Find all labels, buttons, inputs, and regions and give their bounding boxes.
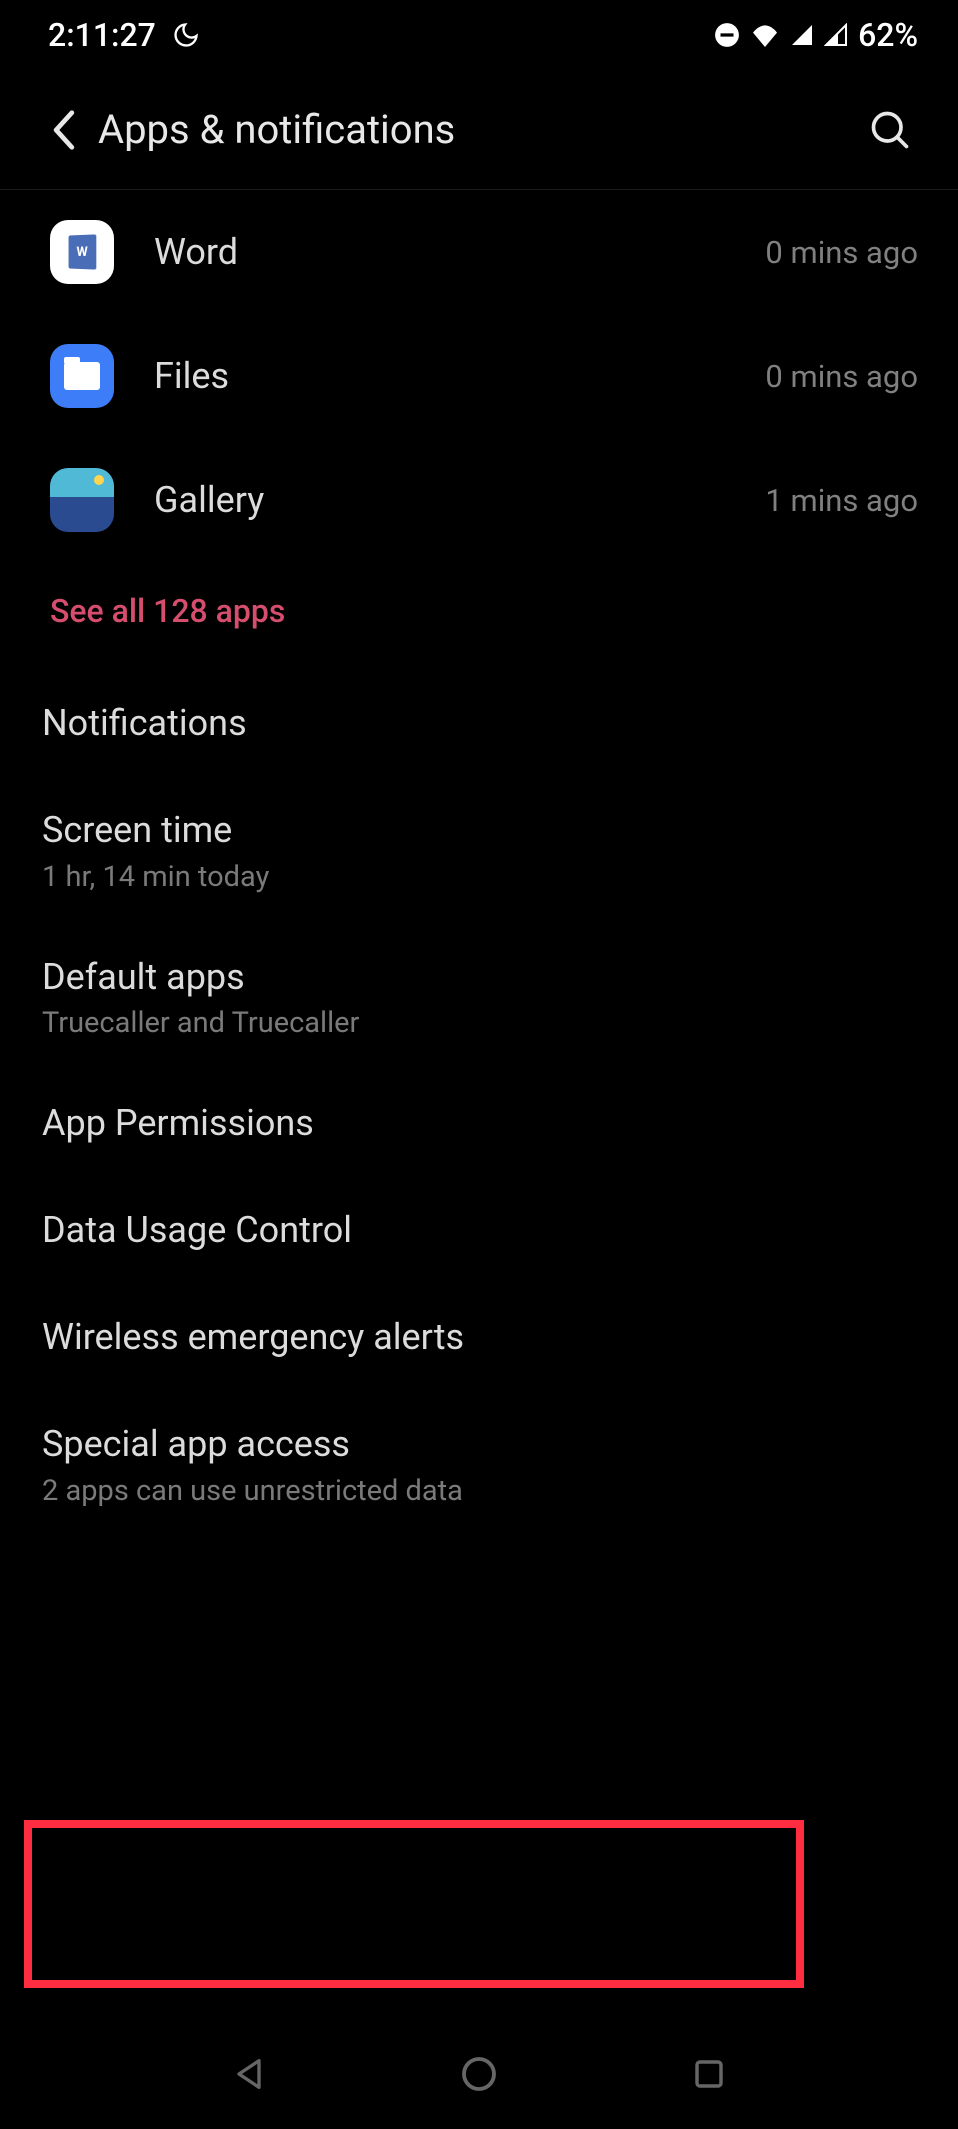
app-row-files[interactable]: Files 0 mins ago (0, 314, 958, 438)
settings-wireless-alerts[interactable]: Wireless emergency alerts (0, 1284, 958, 1391)
files-app-icon (50, 344, 114, 408)
app-name-label: Gallery (154, 479, 765, 521)
app-time-label: 1 mins ago (765, 482, 918, 519)
status-left: 2:11:27 (48, 16, 200, 54)
nav-back-button[interactable] (219, 2044, 279, 2104)
app-row-gallery[interactable]: Gallery 1 mins ago (0, 438, 958, 562)
settings-app-permissions[interactable]: App Permissions (0, 1070, 958, 1177)
search-button[interactable] (862, 102, 918, 158)
nav-home-button[interactable] (449, 2044, 509, 2104)
word-app-icon: W (50, 220, 114, 284)
settings-subtitle: 1 hr, 14 min today (42, 860, 916, 894)
nav-recents-button[interactable] (679, 2044, 739, 2104)
see-all-apps-link[interactable]: See all 128 apps (0, 562, 958, 670)
dnd-circle-icon (714, 22, 740, 48)
signal2-icon (824, 23, 848, 47)
navigation-bar (0, 2019, 958, 2129)
settings-special-access[interactable]: Special app access 2 apps can use unrest… (0, 1391, 958, 1538)
settings-notifications[interactable]: Notifications (0, 670, 958, 777)
settings-title: Data Usage Control (42, 1207, 916, 1254)
settings-title: Default apps (42, 954, 916, 1001)
dnd-moon-icon (172, 21, 200, 49)
battery-text: 62% (858, 16, 918, 54)
status-right: 62% (714, 16, 918, 54)
app-row-word[interactable]: W Word 0 mins ago (0, 190, 958, 314)
app-name-label: Files (154, 355, 765, 397)
settings-title: Special app access (42, 1421, 916, 1468)
gallery-app-icon (50, 468, 114, 532)
status-bar: 2:11:27 (0, 0, 958, 70)
settings-title: Wireless emergency alerts (42, 1314, 916, 1361)
highlight-annotation (24, 1820, 804, 1988)
wifi-icon (750, 23, 780, 47)
settings-screen-time[interactable]: Screen time 1 hr, 14 min today (0, 777, 958, 924)
app-time-label: 0 mins ago (765, 234, 918, 271)
app-name-label: Word (154, 231, 765, 273)
page-title: Apps & notifications (98, 106, 455, 153)
signal1-icon (790, 23, 814, 47)
settings-subtitle: 2 apps can use unrestricted data (42, 1474, 916, 1508)
settings-default-apps[interactable]: Default apps Truecaller and Truecaller (0, 924, 958, 1071)
back-button[interactable] (40, 106, 88, 154)
settings-title: Notifications (42, 700, 916, 747)
clock-text: 2:11:27 (48, 16, 156, 54)
app-time-label: 0 mins ago (765, 358, 918, 395)
header: Apps & notifications (0, 70, 958, 190)
settings-data-usage[interactable]: Data Usage Control (0, 1177, 958, 1284)
settings-title: App Permissions (42, 1100, 916, 1147)
settings-title: Screen time (42, 807, 916, 854)
settings-subtitle: Truecaller and Truecaller (42, 1006, 916, 1040)
